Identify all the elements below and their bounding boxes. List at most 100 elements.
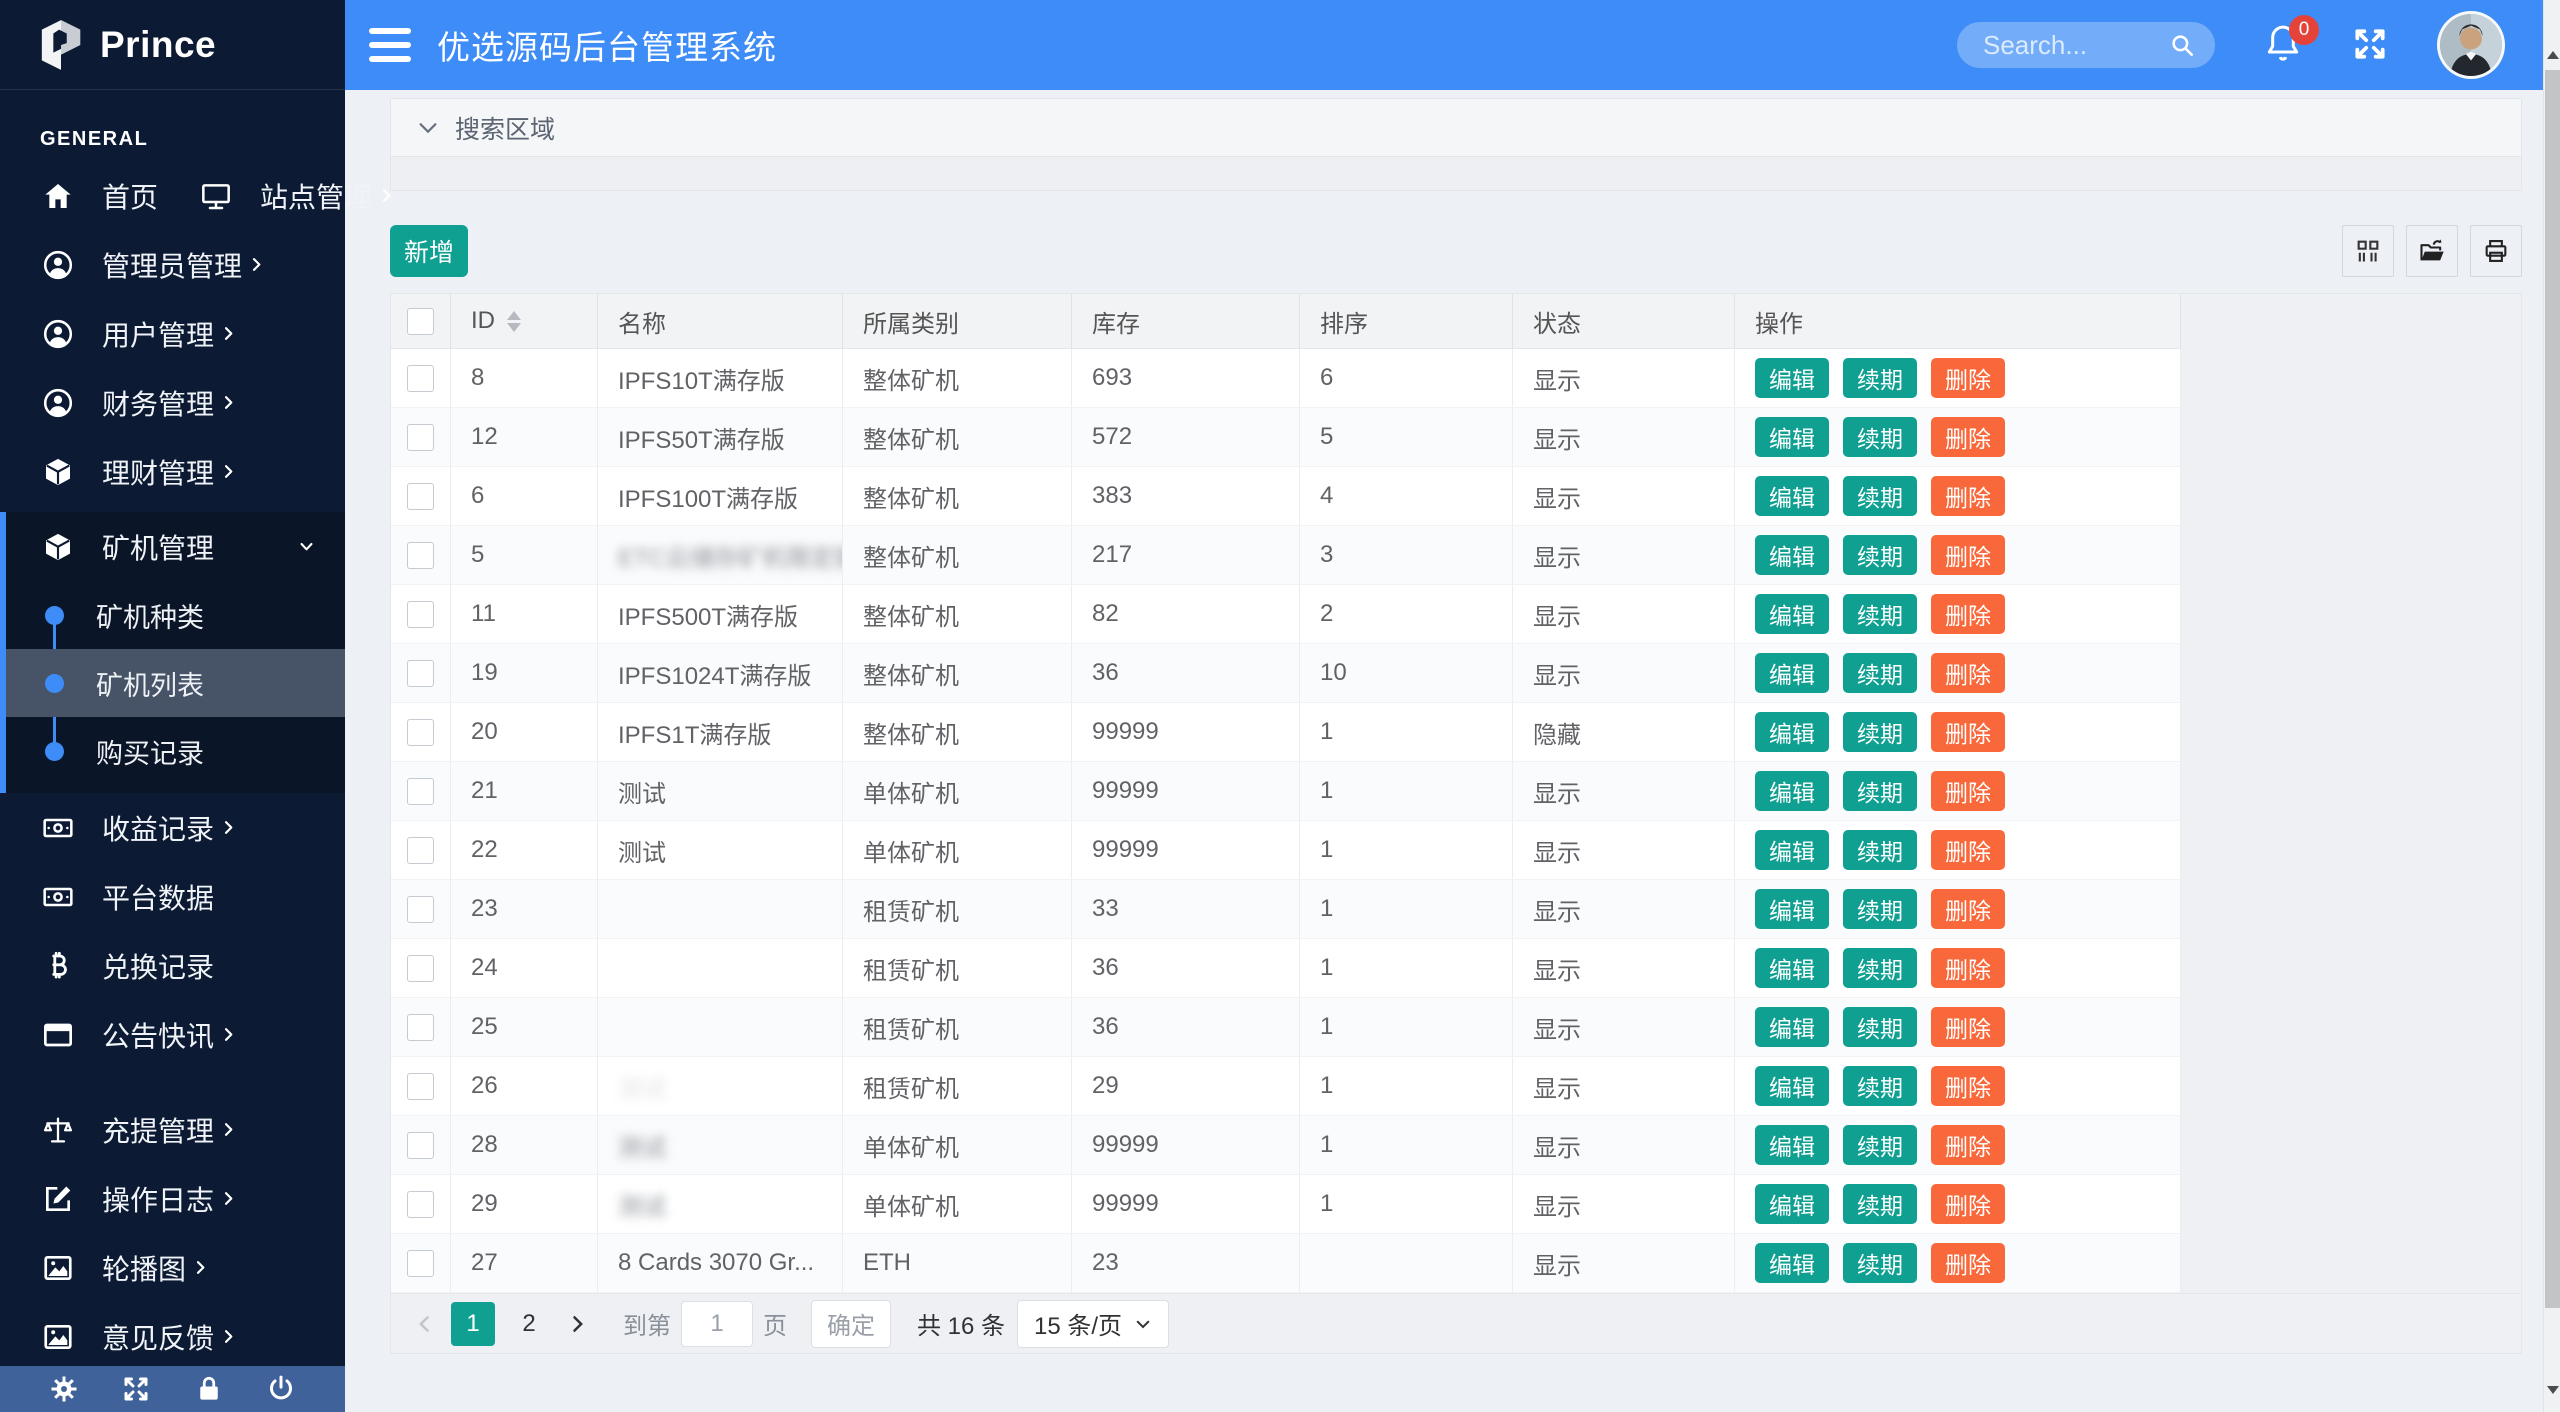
renew-button[interactable]: 续期 bbox=[1843, 1243, 1917, 1283]
renew-button[interactable]: 续期 bbox=[1843, 476, 1917, 516]
edit-button[interactable]: 编辑 bbox=[1755, 1243, 1829, 1283]
renew-button[interactable]: 续期 bbox=[1843, 1007, 1917, 1047]
delete-button[interactable]: 删除 bbox=[1931, 830, 2005, 870]
edit-button[interactable]: 编辑 bbox=[1755, 1007, 1829, 1047]
renew-button[interactable]: 续期 bbox=[1843, 653, 1917, 693]
row-checkbox[interactable] bbox=[407, 896, 434, 923]
edit-button[interactable]: 编辑 bbox=[1755, 1184, 1829, 1224]
edit-button[interactable]: 编辑 bbox=[1755, 948, 1829, 988]
row-checkbox[interactable] bbox=[407, 719, 434, 746]
sidebar-item-logs[interactable]: 操作日志 bbox=[0, 1164, 345, 1233]
renew-button[interactable]: 续期 bbox=[1843, 417, 1917, 457]
renew-button[interactable]: 续期 bbox=[1843, 771, 1917, 811]
search-icon[interactable] bbox=[2169, 32, 2195, 58]
row-checkbox[interactable] bbox=[407, 837, 434, 864]
sidebar-subitem-miner-type[interactable]: 矿机种类 bbox=[6, 581, 345, 649]
delete-button[interactable]: 删除 bbox=[1931, 594, 2005, 634]
scroll-up-arrow[interactable] bbox=[2544, 46, 2560, 63]
row-checkbox[interactable] bbox=[407, 601, 434, 628]
prev-page-button[interactable] bbox=[405, 1314, 445, 1334]
row-checkbox[interactable] bbox=[407, 365, 434, 392]
row-checkbox[interactable] bbox=[407, 483, 434, 510]
sidebar-item-wealth[interactable]: 理财管理 bbox=[0, 437, 345, 506]
print-button[interactable] bbox=[2470, 225, 2522, 277]
column-header-0[interactable]: ID bbox=[451, 294, 598, 348]
delete-button[interactable]: 删除 bbox=[1931, 535, 2005, 575]
delete-button[interactable]: 删除 bbox=[1931, 476, 2005, 516]
delete-button[interactable]: 删除 bbox=[1931, 1007, 2005, 1047]
delete-button[interactable]: 删除 bbox=[1931, 712, 2005, 752]
renew-button[interactable]: 续期 bbox=[1843, 358, 1917, 398]
delete-button[interactable]: 删除 bbox=[1931, 771, 2005, 811]
renew-button[interactable]: 续期 bbox=[1843, 830, 1917, 870]
row-checkbox[interactable] bbox=[407, 1191, 434, 1218]
edit-button[interactable]: 编辑 bbox=[1755, 771, 1829, 811]
goto-page-input[interactable] bbox=[681, 1301, 753, 1347]
scrollbar-thumb[interactable] bbox=[2545, 70, 2560, 1308]
sidebar-item-admin[interactable]: 管理员管理 bbox=[0, 230, 345, 299]
edit-button[interactable]: 编辑 bbox=[1755, 417, 1829, 457]
edit-button[interactable]: 编辑 bbox=[1755, 594, 1829, 634]
edit-button[interactable]: 编辑 bbox=[1755, 1125, 1829, 1165]
row-checkbox[interactable] bbox=[407, 778, 434, 805]
delete-button[interactable]: 删除 bbox=[1931, 1184, 2005, 1224]
sidebar-item-miner[interactable]: 矿机管理 bbox=[6, 512, 345, 581]
sidebar-item-exchange[interactable]: 兑换记录 bbox=[0, 931, 345, 1000]
avatar[interactable] bbox=[2437, 11, 2505, 79]
page-button-2[interactable]: 2 bbox=[507, 1302, 551, 1346]
sidebar-item-carousel[interactable]: 轮播图 bbox=[0, 1233, 345, 1302]
renew-button[interactable]: 续期 bbox=[1843, 1125, 1917, 1165]
delete-button[interactable]: 删除 bbox=[1931, 358, 2005, 398]
add-button[interactable]: 新增 bbox=[390, 225, 468, 277]
edit-button[interactable]: 编辑 bbox=[1755, 830, 1829, 870]
sidebar-item-user[interactable]: 用户管理 bbox=[0, 299, 345, 368]
search-input[interactable] bbox=[1983, 30, 2169, 61]
sidebar-item-earnings[interactable]: 收益记录 bbox=[0, 793, 345, 862]
row-checkbox[interactable] bbox=[407, 542, 434, 569]
delete-button[interactable]: 删除 bbox=[1931, 417, 2005, 457]
scroll-down-arrow[interactable] bbox=[2544, 1381, 2560, 1398]
sidebar-subitem-miner-list[interactable]: 矿机列表 bbox=[6, 649, 345, 717]
renew-button[interactable]: 续期 bbox=[1843, 1066, 1917, 1106]
expand-icon[interactable] bbox=[121, 1374, 151, 1404]
delete-button[interactable]: 删除 bbox=[1931, 1243, 2005, 1283]
next-page-button[interactable] bbox=[557, 1314, 597, 1334]
sidebar-item-finance[interactable]: 财务管理 bbox=[0, 368, 345, 437]
sidebar-item-site[interactable]: 站点管理 bbox=[158, 161, 395, 230]
export-button[interactable] bbox=[2406, 225, 2458, 277]
row-checkbox[interactable] bbox=[407, 660, 434, 687]
sidebar-subitem-purchase-records[interactable]: 购买记录 bbox=[6, 717, 345, 785]
row-checkbox[interactable] bbox=[407, 955, 434, 982]
sidebar-item-feedback[interactable]: 意见反馈 bbox=[0, 1302, 345, 1371]
delete-button[interactable]: 删除 bbox=[1931, 1066, 2005, 1106]
edit-button[interactable]: 编辑 bbox=[1755, 476, 1829, 516]
select-all-checkbox[interactable] bbox=[407, 308, 434, 335]
page-button-1[interactable]: 1 bbox=[451, 1302, 495, 1346]
renew-button[interactable]: 续期 bbox=[1843, 1184, 1917, 1224]
gear-icon[interactable] bbox=[49, 1374, 79, 1404]
edit-button[interactable]: 编辑 bbox=[1755, 712, 1829, 752]
sort-toggle[interactable] bbox=[507, 311, 521, 332]
edit-button[interactable]: 编辑 bbox=[1755, 653, 1829, 693]
sidebar-item-platform[interactable]: 平台数据 bbox=[0, 862, 345, 931]
columns-button[interactable] bbox=[2342, 225, 2394, 277]
row-checkbox[interactable] bbox=[407, 424, 434, 451]
row-checkbox[interactable] bbox=[407, 1250, 434, 1277]
delete-button[interactable]: 删除 bbox=[1931, 889, 2005, 929]
sidebar-item-deposit[interactable]: 充提管理 bbox=[0, 1095, 345, 1164]
menu-toggle-icon[interactable] bbox=[369, 28, 411, 62]
renew-button[interactable]: 续期 bbox=[1843, 535, 1917, 575]
renew-button[interactable]: 续期 bbox=[1843, 889, 1917, 929]
delete-button[interactable]: 删除 bbox=[1931, 948, 2005, 988]
row-checkbox[interactable] bbox=[407, 1132, 434, 1159]
renew-button[interactable]: 续期 bbox=[1843, 594, 1917, 634]
search-panel-header[interactable]: 搜索区域 bbox=[391, 99, 2521, 157]
delete-button[interactable]: 删除 bbox=[1931, 1125, 2005, 1165]
notifications-button[interactable]: 0 bbox=[2263, 21, 2307, 69]
renew-button[interactable]: 续期 bbox=[1843, 948, 1917, 988]
row-checkbox[interactable] bbox=[407, 1014, 434, 1041]
delete-button[interactable]: 删除 bbox=[1931, 653, 2005, 693]
edit-button[interactable]: 编辑 bbox=[1755, 535, 1829, 575]
row-checkbox[interactable] bbox=[407, 1073, 434, 1100]
sidebar-item-announcement[interactable]: 公告快讯 bbox=[0, 1000, 345, 1069]
